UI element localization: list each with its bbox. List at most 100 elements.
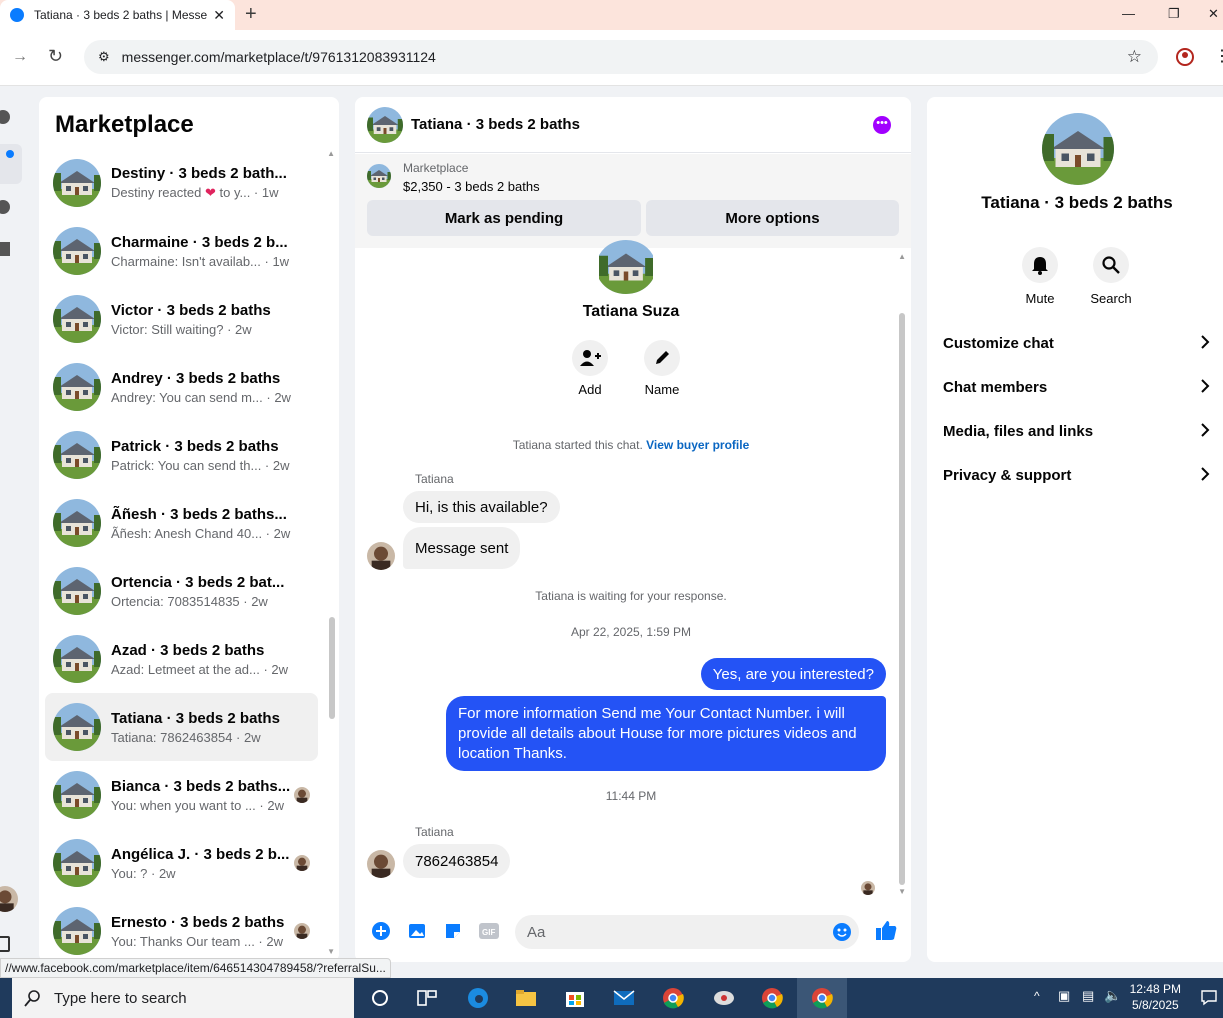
system-clock[interactable]: 12:48 PM 5/8/2025 <box>1130 981 1181 1013</box>
customize-chat-item[interactable]: Customize chat <box>943 323 1213 363</box>
requests-icon[interactable] <box>0 200 10 214</box>
conversation-item[interactable]: Charmaine · 3 beds 2 b... Charmaine: Isn'… <box>45 217 318 285</box>
more-options-button[interactable]: More options <box>646 200 899 236</box>
chat-header-name[interactable]: Tatiana · 3 beds 2 baths <box>411 116 580 133</box>
svg-text:GIF: GIF <box>482 928 495 937</box>
scroll-down-icon[interactable]: ▼ <box>898 887 906 896</box>
plus-icon[interactable] <box>372 922 390 940</box>
chat-scrollbar[interactable] <box>899 313 905 885</box>
minimize-icon[interactable]: — <box>1122 6 1135 21</box>
add-button[interactable]: Add <box>560 340 620 397</box>
scroll-up-icon[interactable]: ▲ <box>327 149 335 158</box>
list-scrollbar[interactable] <box>329 617 335 719</box>
forward-icon[interactable]: → <box>12 48 28 66</box>
search-label: Search <box>1090 291 1132 306</box>
conversation-item[interactable]: Ãñesh · 3 beds 2 baths... Ãñesh: Anesh Ch… <box>45 489 318 557</box>
gif-icon[interactable]: GIF <box>479 922 499 940</box>
maximize-icon[interactable]: ❐ <box>1168 6 1180 22</box>
info-avatar[interactable] <box>1042 113 1114 185</box>
notifications-icon[interactable] <box>1200 988 1218 1006</box>
conversation-item[interactable]: Patrick · 3 beds 2 baths Patrick: You can… <box>45 421 318 489</box>
store-icon[interactable] <box>563 986 587 1010</box>
scroll-up-icon[interactable]: ▲ <box>898 252 906 261</box>
thumbs-up-icon[interactable] <box>875 919 897 941</box>
chevron-up-icon[interactable]: ^ <box>1034 989 1040 1003</box>
conversation-avatar <box>53 839 101 887</box>
network-icon[interactable]: ▤ <box>1082 988 1094 1004</box>
view-buyer-profile-link[interactable]: View buyer profile <box>646 438 749 452</box>
chrome-icon[interactable] <box>661 986 685 1010</box>
conversation-item[interactable]: Azad · 3 beds 2 baths Azad: Letmeet at th… <box>45 625 318 693</box>
browser-tab[interactable]: Tatiana · 3 beds 2 baths | Messenger ✕ <box>0 0 235 30</box>
user-avatar[interactable] <box>0 886 18 912</box>
listing-thumbnail[interactable] <box>367 164 391 188</box>
info-name: Tatiana · 3 beds 2 baths <box>981 193 1173 212</box>
preview-text: to y... · 1w <box>219 185 279 200</box>
clock-date: 5/8/2025 <box>1131 998 1179 1012</box>
seen-avatar <box>294 923 310 939</box>
media-files-links-item[interactable]: Media, files and links <box>943 411 1213 451</box>
taskbar-search[interactable]: Type here to search <box>12 978 354 1018</box>
mail-icon[interactable] <box>612 986 636 1010</box>
name-button[interactable]: Name <box>632 340 692 397</box>
file-explorer-icon[interactable] <box>514 986 538 1010</box>
conversation-item[interactable]: Tatiana · 3 beds 2 baths Tatiana: 7862463… <box>45 693 318 761</box>
preview-text: Tatiana: 7862463854 · 2w <box>111 729 261 745</box>
profile-avatar[interactable] <box>596 240 656 294</box>
message-input[interactable]: Aa <box>515 915 859 949</box>
photo-icon[interactable] <box>408 922 426 940</box>
chat-avatar[interactable] <box>367 107 403 143</box>
search-button[interactable]: Search <box>1081 247 1141 306</box>
windows-taskbar: Type here to search ^ ▣ ▤ 🔈 12:48 PM 5/8… <box>0 978 1223 1018</box>
tab-close-button[interactable]: ✕ <box>213 7 225 24</box>
conversation-item[interactable]: Ortencia · 3 beds 2 bat... Ortencia: 7083… <box>45 557 318 625</box>
conversation-item[interactable]: Andrey · 3 beds 2 baths Andrey: You can s… <box>45 353 318 421</box>
archive-icon[interactable] <box>0 242 10 256</box>
emoji-icon[interactable] <box>833 923 851 941</box>
app-icon[interactable] <box>712 986 736 1010</box>
privacy-support-item[interactable]: Privacy & support <box>943 455 1213 495</box>
edge-icon[interactable] <box>466 986 490 1010</box>
sender-avatar[interactable] <box>367 850 395 878</box>
conversation-text: Azad · 3 beds 2 baths Azad: Letmeet at th… <box>111 642 301 677</box>
conversation-item[interactable]: Destiny · 3 beds 2 bath... Destiny reacte… <box>45 149 318 217</box>
chats-icon[interactable] <box>0 110 10 124</box>
address-bar[interactable]: ⚙ messenger.com/marketplace/t/9761312083… <box>84 40 1158 74</box>
sticker-icon[interactable] <box>444 922 462 940</box>
conversation-avatar <box>53 703 101 751</box>
chat-members-item[interactable]: Chat members <box>943 367 1213 407</box>
conversation-item[interactable]: Victor · 3 beds 2 baths Victor: Still wai… <box>45 285 318 353</box>
widgets-icon[interactable] <box>415 986 439 1010</box>
menu-kebab-icon[interactable]: ⋮ <box>1214 46 1223 66</box>
conversation-item[interactable]: Angélica J. · 3 beds 2 b... You: ? · 2w <box>45 829 318 897</box>
volume-icon[interactable]: 🔈 <box>1104 987 1121 1004</box>
chat-list-panel: Marketplace Destiny · 3 beds 2 bath... De… <box>39 97 339 962</box>
close-window-icon[interactable]: ✕ <box>1208 6 1219 22</box>
outgoing-message[interactable]: Yes, are you interested? <box>700 658 886 690</box>
new-tab-button[interactable]: + <box>245 4 257 24</box>
site-settings-icon[interactable]: ⚙ <box>98 49 110 65</box>
conversation-item[interactable]: Ernesto · 3 beds 2 baths You: Thanks Our … <box>45 897 318 962</box>
conversation-item[interactable]: Bianca · 3 beds 2 baths... You: when you … <box>45 761 318 829</box>
mark-as-pending-button[interactable]: Mark as pending <box>367 200 641 236</box>
incoming-message[interactable]: Message sent <box>403 527 521 569</box>
star-icon[interactable]: ☆ <box>1127 47 1142 67</box>
security-icon[interactable]: ▣ <box>1058 988 1070 1004</box>
incoming-message[interactable]: 7862463854 <box>403 844 511 878</box>
chrome-icon[interactable] <box>810 986 834 1010</box>
profile-icon[interactable] <box>1175 47 1195 67</box>
sender-avatar[interactable] <box>367 542 395 570</box>
chrome-icon[interactable] <box>760 986 784 1010</box>
outgoing-message[interactable]: For more information Send me Your Contac… <box>446 696 886 771</box>
incoming-message[interactable]: Hi, is this available? <box>403 491 560 523</box>
reload-icon[interactable]: ↻ <box>48 46 63 67</box>
sidebar-toggle-icon[interactable] <box>0 936 10 952</box>
marketplace-rail-icon[interactable] <box>0 144 22 184</box>
task-view-icon[interactable] <box>368 986 392 1010</box>
mute-button[interactable]: Mute <box>1010 247 1070 306</box>
listing-title[interactable]: $2,350 - 3 beds 2 baths <box>403 179 540 194</box>
scroll-down-icon[interactable]: ▼ <box>327 947 335 956</box>
conversation-name: Tatiana · 3 beds 2 baths <box>111 709 280 727</box>
more-dots-icon[interactable]: ••• <box>873 116 891 134</box>
conversation-text: Tatiana · 3 beds 2 baths Tatiana: 7862463… <box>111 710 301 745</box>
